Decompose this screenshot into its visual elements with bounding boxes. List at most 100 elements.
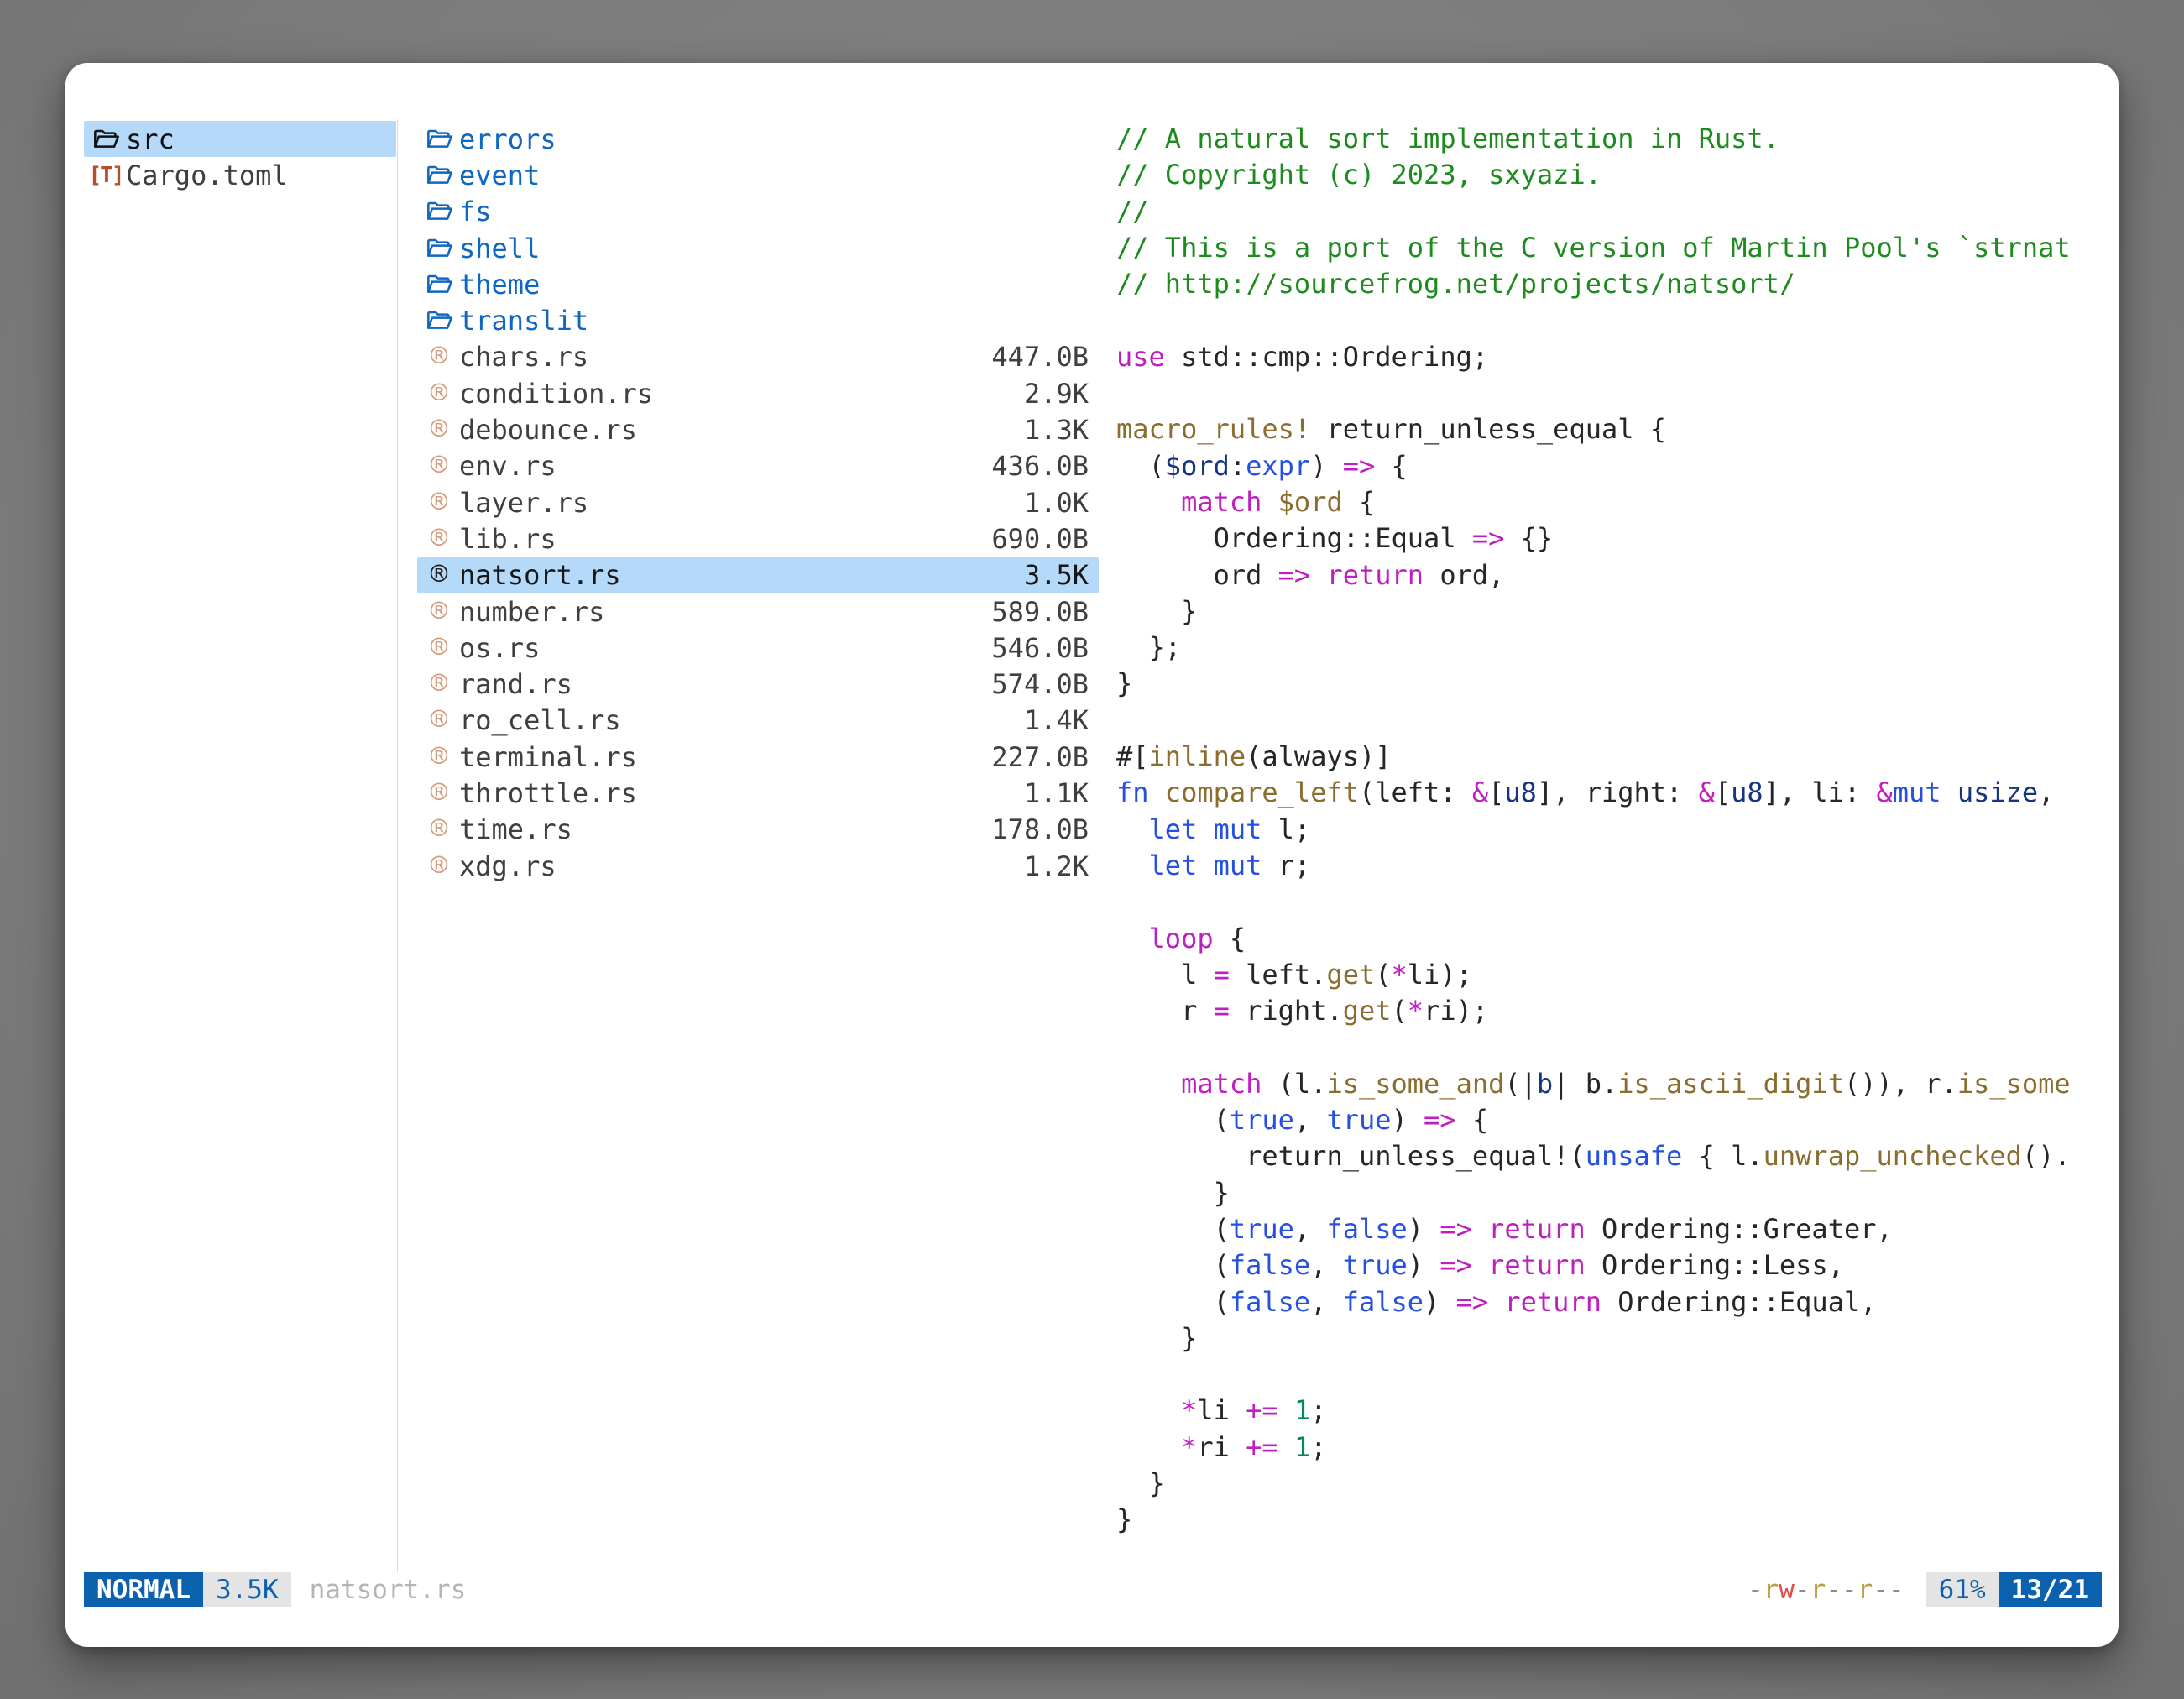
file-row[interactable]: ®natsort.rs3.5K [417,557,1099,593]
code-line: (true, false) => return Ordering::Greate… [1116,1211,2103,1247]
entry-size: 2.9K [1024,378,1089,410]
code-line: // A natural sort implementation in Rust… [1116,121,2103,157]
entry-size: 1.2K [1024,850,1089,882]
permission-char: - [1748,1575,1763,1605]
permission-char: - [1889,1575,1904,1605]
entry-name: os.rs [459,632,991,664]
file-row[interactable]: ®chars.rs447.0B [417,339,1099,375]
permission-char: r [1857,1575,1873,1605]
folder-open-icon [422,271,456,298]
code-line: Ordering::Equal => {} [1116,520,2103,557]
rust-file-icon: ® [422,815,456,844]
code-line: loop { [1116,921,2103,957]
entry-name: rand.rs [459,668,991,700]
permission-char: - [1795,1575,1810,1605]
permissions-indicator: -rw-r--r-- [1748,1572,1904,1607]
folder-open-icon [89,126,123,153]
entry-size: 1.1K [1024,777,1089,809]
rust-file-icon: ® [422,489,456,517]
rust-file-icon: ® [422,670,456,698]
file-row[interactable]: ®throttle.rs1.1K [417,775,1099,811]
status-spacer [466,1572,1748,1607]
folder-open-icon [422,198,456,225]
code-line [1116,1029,2103,1065]
code-line: (false, true) => return Ordering::Less, [1116,1247,2103,1283]
file-row[interactable]: ®terminal.rs227.0B [417,739,1099,775]
entry-name: errors [459,123,1089,155]
entry-size: 1.4K [1024,704,1089,736]
entry-name: terminal.rs [459,741,991,773]
entry-size: 690.0B [991,523,1089,555]
folder-row[interactable]: event [417,157,1099,193]
code-line [1116,375,2103,411]
file-row[interactable]: ®os.rs546.0B [417,630,1099,666]
code-line: use std::cmp::Ordering; [1116,339,2103,375]
entry-name: debounce.rs [459,414,1024,446]
code-line: match (l.is_some_and(|b| b.is_ascii_digi… [1116,1066,2103,1102]
code-line: match $ord { [1116,484,2103,520]
yazi-window: src[T]Cargo.toml errorseventfsshelltheme… [65,63,2119,1647]
code-line: let mut l; [1116,812,2103,848]
folder-row[interactable]: src [84,121,396,157]
entry-name: xdg.rs [459,850,1024,882]
folder-row[interactable]: shell [417,230,1099,266]
permission-char: - [1842,1575,1857,1605]
rust-file-icon: ® [422,598,456,626]
permission-char: r [1763,1575,1779,1605]
rust-file-icon: ® [422,452,456,480]
rust-file-icon: ® [422,416,456,444]
folder-row[interactable]: theme [417,266,1099,302]
entry-size: 546.0B [991,632,1089,664]
file-row[interactable]: ®ro_cell.rs1.4K [417,703,1099,739]
file-row[interactable]: ®xdg.rs1.2K [417,848,1099,884]
rust-file-icon: ® [422,525,456,553]
mode-badge: NORMAL [84,1572,203,1607]
folder-open-icon [422,235,456,262]
file-row[interactable]: ®env.rs436.0B [417,448,1099,484]
code-preview-pane: // A natural sort implementation in Rust… [1116,121,2103,1563]
entry-name: translit [459,305,1089,337]
permission-char: w [1779,1575,1795,1605]
code-line: fn compare_left(left: &[u8], right: &[u8… [1116,775,2103,811]
entry-name: natsort.rs [459,559,1024,591]
permission-char: - [1826,1575,1842,1605]
code-line: *li += 1; [1116,1393,2103,1429]
entry-size: 178.0B [991,813,1089,845]
toml-file-icon: [T] [89,163,123,188]
file-row[interactable]: [T]Cargo.toml [84,157,396,193]
folder-open-icon [422,162,456,189]
code-line: let mut r; [1116,848,2103,884]
file-row[interactable]: ®time.rs178.0B [417,812,1099,848]
file-row[interactable]: ®lib.rs690.0B [417,520,1099,557]
code-line: #[inline(always)] [1116,739,2103,775]
entry-size: 227.0B [991,741,1089,773]
status-filename: natsort.rs [310,1572,467,1607]
rust-file-icon: ® [422,779,456,808]
code-line [1116,884,2103,920]
code-line: // This is a port of the C version of Ma… [1116,230,2103,266]
entry-size: 436.0B [991,450,1089,482]
entry-size: 447.0B [991,341,1089,373]
file-row[interactable]: ®layer.rs1.0K [417,484,1099,520]
entry-name: chars.rs [459,341,991,373]
parent-pane: src[T]Cargo.toml [84,121,396,194]
status-bar: NORMAL 3.5K natsort.rs -rw-r--r-- 61% 13… [84,1572,2102,1607]
entry-name: env.rs [459,450,991,482]
current-pane: errorseventfsshellthemetranslit®chars.rs… [417,121,1099,884]
file-row[interactable]: ®condition.rs2.9K [417,375,1099,411]
permission-char: - [1873,1575,1889,1605]
code-line: ord => return ord, [1116,557,2103,593]
folder-row[interactable]: errors [417,121,1099,157]
code-line: } [1116,1320,2103,1357]
file-row[interactable]: ®debounce.rs1.3K [417,411,1099,447]
desktop: { "parent_pane": { "items": [ {"label": … [0,0,2184,1699]
folder-open-icon [422,307,456,334]
code-line: } [1116,666,2103,702]
folder-row[interactable]: fs [417,194,1099,230]
file-row[interactable]: ®number.rs589.0B [417,593,1099,630]
rust-file-icon: ® [422,561,456,589]
entry-name: ro_cell.rs [459,704,1024,736]
entry-size: 1.3K [1024,414,1089,446]
file-row[interactable]: ®rand.rs574.0B [417,666,1099,702]
folder-row[interactable]: translit [417,302,1099,338]
